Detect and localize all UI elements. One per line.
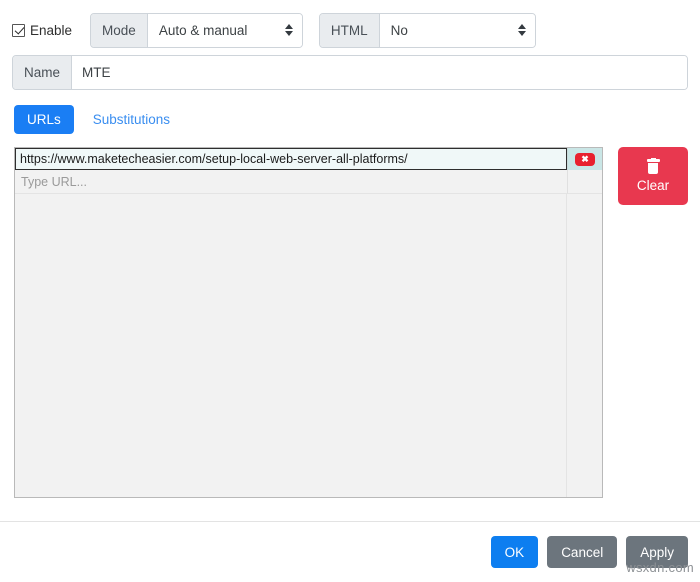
ok-button[interactable]: OK [490, 536, 539, 568]
tab-substitutions[interactable]: Substitutions [80, 105, 183, 134]
url-cell[interactable]: https://www.maketecheasier.com/setup-loc… [15, 148, 567, 170]
clear-button[interactable]: Clear [618, 147, 688, 205]
new-url-row[interactable]: Type URL... [15, 170, 602, 194]
tab-urls[interactable]: URLs [14, 105, 74, 134]
html-input-group: HTML No [318, 12, 536, 48]
name-input[interactable] [72, 56, 687, 89]
url-list-panel[interactable]: https://www.maketecheasier.com/setup-loc… [14, 147, 603, 498]
new-url-cell[interactable]: Type URL... [15, 170, 567, 194]
urls-section: https://www.maketecheasier.com/setup-loc… [0, 134, 700, 498]
new-url-actions [567, 170, 602, 194]
trash-icon [646, 157, 660, 174]
apply-button[interactable]: Apply [626, 536, 688, 568]
table-row[interactable]: https://www.maketecheasier.com/setup-loc… [15, 148, 602, 170]
options-toolbar: Enable Mode Auto & manual HTML No [0, 0, 700, 48]
html-selected-value: No [390, 22, 408, 38]
mode-label: Mode [91, 13, 148, 47]
enable-label: Enable [30, 22, 73, 38]
updown-chevron-icon [517, 24, 526, 36]
tab-bar: URLs Substitutions [0, 90, 700, 134]
enable-checkbox-row[interactable]: Enable [12, 23, 72, 38]
url-text: https://www.maketecheasier.com/setup-loc… [20, 152, 408, 166]
name-input-group: Name [12, 55, 688, 90]
name-row: Name [0, 47, 700, 90]
html-label: HTML [319, 13, 380, 47]
new-url-placeholder: Type URL... [21, 174, 87, 189]
mode-select[interactable]: Auto & manual [147, 13, 302, 47]
delete-url-icon[interactable]: ✖ [575, 152, 595, 166]
mode-input-group: Mode Auto & manual [90, 12, 303, 48]
html-select[interactable]: No [379, 13, 535, 47]
dialog-footer: OK Cancel Apply [0, 522, 700, 582]
name-label: Name [13, 56, 73, 89]
checkbox-checked-icon[interactable] [12, 23, 25, 37]
updown-chevron-icon [284, 24, 293, 36]
url-list-empty-area [15, 194, 602, 497]
cancel-button[interactable]: Cancel [547, 536, 618, 568]
mode-selected-value: Auto & manual [158, 22, 248, 38]
column-divider [566, 194, 567, 497]
clear-button-label: Clear [636, 178, 670, 193]
url-row-actions: ✖ [567, 148, 602, 170]
